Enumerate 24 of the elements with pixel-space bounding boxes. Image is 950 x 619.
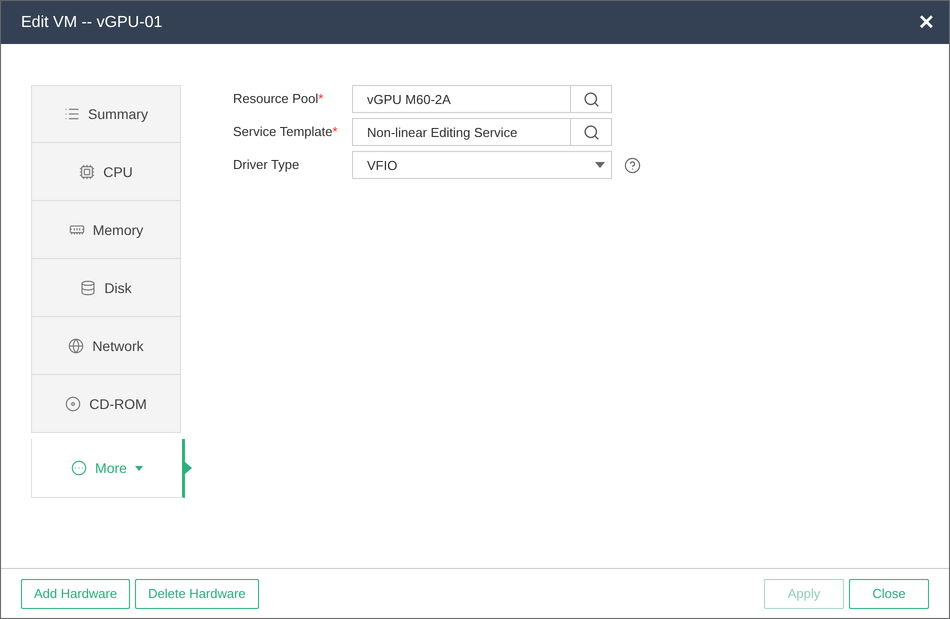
- field-label: Driver Type: [233, 156, 300, 172]
- dropdown-field[interactable]: VFIO: [352, 151, 612, 179]
- close-button[interactable]: ✕: [918, 10, 935, 35]
- search-field[interactable]: vGPU M60-2A: [352, 85, 612, 113]
- window-title: Edit VM -- vGPU-01: [21, 14, 162, 32]
- help-icon[interactable]: [624, 156, 641, 174]
- pointer-icon: [185, 462, 192, 474]
- search-icon: [582, 90, 600, 108]
- field-label: Resource Pool*: [233, 90, 324, 106]
- search-field[interactable]: Non-linear Editing Service: [352, 118, 612, 146]
- sidebar-tab[interactable]: CPU: [31, 143, 181, 201]
- sidebar-tab[interactable]: Network: [31, 317, 181, 375]
- chip-icon: [79, 164, 96, 180]
- database-icon: [80, 280, 96, 296]
- sidebar-tab[interactable]: Summary: [31, 85, 181, 143]
- disc-icon: [65, 396, 82, 412]
- sidebar-tab[interactable]: Memory: [31, 201, 181, 259]
- sidebar-tab[interactable]: Disk: [31, 259, 181, 317]
- field-label: Service Template*: [233, 123, 339, 139]
- sidebar-tab[interactable]: CD-ROM: [31, 375, 181, 433]
- caret-icon: [595, 162, 605, 168]
- search-icon: [582, 124, 600, 140]
- globe-icon: [68, 338, 84, 354]
- ellipsis-icon: [71, 460, 88, 476]
